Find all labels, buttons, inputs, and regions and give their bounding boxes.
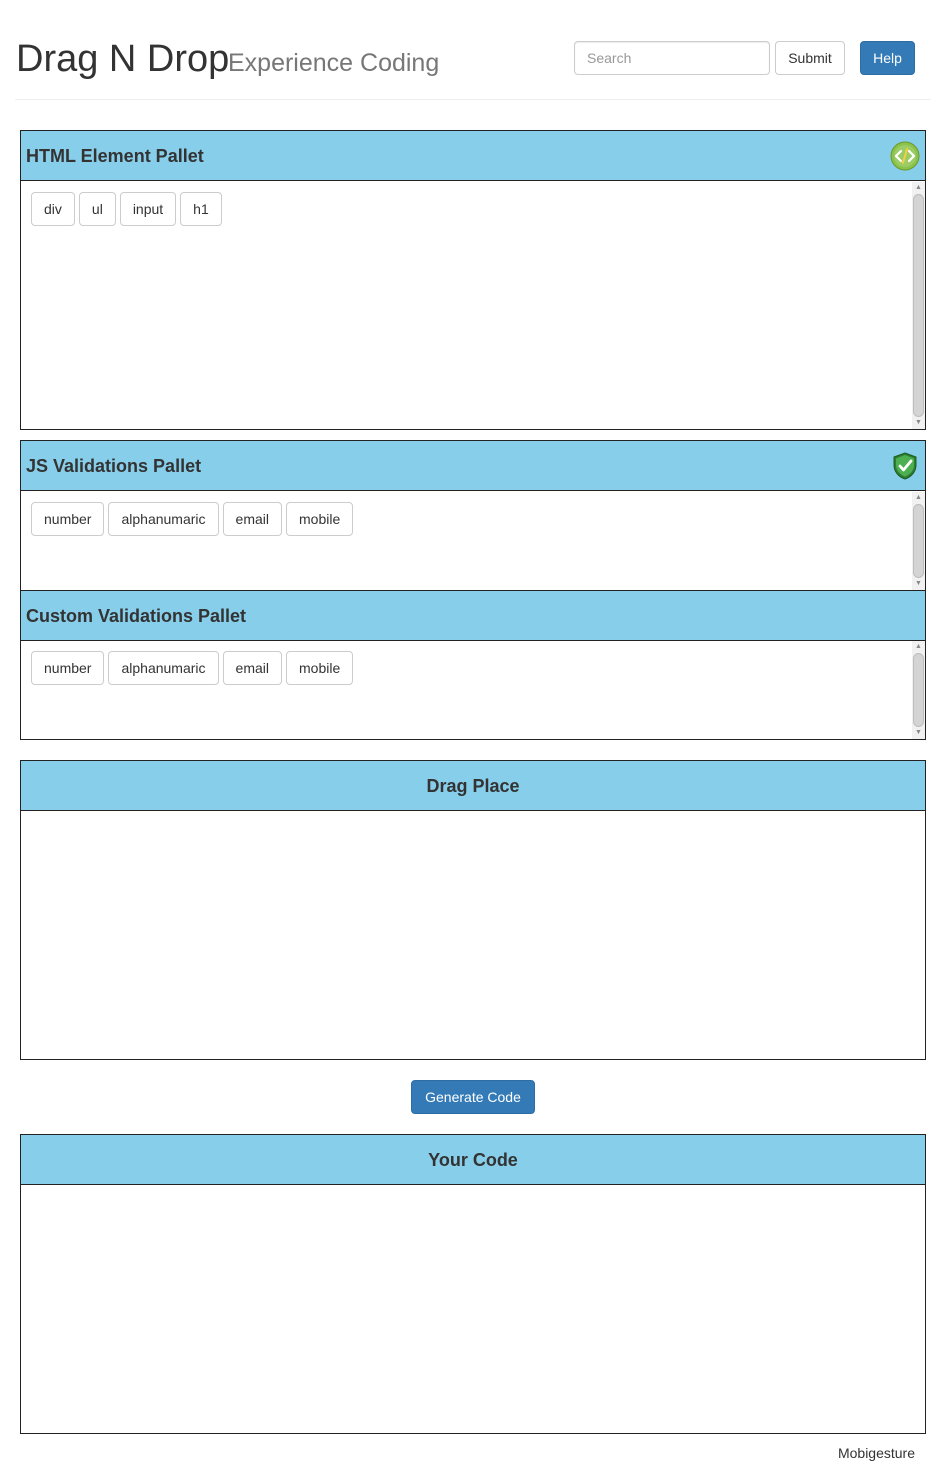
shield-check-icon	[893, 452, 917, 480]
code-icon	[890, 141, 920, 171]
scroll-down-icon[interactable]: ▼	[913, 579, 924, 589]
custom-validation-list: number alphanumaric email mobile	[31, 651, 354, 685]
element-chip-input[interactable]: input	[119, 192, 177, 226]
html-pallet-scrollbar[interactable]: ▲ ▼	[912, 182, 925, 429]
custom-chip-number[interactable]: number	[31, 651, 105, 685]
brand-title: Drag N Drop	[16, 38, 230, 80]
scroll-thumb[interactable]	[913, 504, 924, 578]
your-code-header: Your Code	[21, 1135, 925, 1185]
custom-pallet-body: number alphanumaric email mobile ▲ ▼	[21, 641, 925, 739]
drag-place-panel: Drag Place	[20, 760, 926, 1060]
scroll-up-icon[interactable]: ▲	[913, 642, 924, 652]
element-chip-ul[interactable]: ul	[78, 192, 116, 226]
header-divider	[15, 99, 931, 100]
html-pallet-header: HTML Element Pallet	[21, 131, 925, 181]
element-chip-h1[interactable]: h1	[180, 192, 222, 226]
js-chip-number[interactable]: number	[31, 502, 105, 536]
validations-pallet: JS Validations Pallet number alphanumari…	[20, 440, 926, 740]
html-pallet-body: div ul input h1 ▲ ▼	[21, 182, 925, 429]
scroll-down-icon[interactable]: ▼	[913, 728, 924, 738]
search-input[interactable]	[574, 41, 770, 75]
generate-code-button[interactable]: Generate Code	[411, 1080, 535, 1114]
drop-zone[interactable]	[21, 812, 925, 1059]
js-chip-email[interactable]: email	[222, 502, 282, 536]
your-code-panel: Your Code	[20, 1134, 926, 1434]
code-output-area[interactable]	[21, 1186, 925, 1433]
custom-pallet-title: Custom Validations Pallet	[26, 606, 247, 626]
scroll-thumb[interactable]	[913, 194, 924, 417]
html-element-list: div ul input h1	[31, 192, 222, 226]
js-chip-alphanumaric[interactable]: alphanumaric	[108, 502, 219, 536]
scroll-down-icon[interactable]: ▼	[913, 418, 924, 428]
js-chip-mobile[interactable]: mobile	[286, 502, 354, 536]
custom-pallet-scrollbar[interactable]: ▲ ▼	[912, 641, 925, 739]
element-chip-div[interactable]: div	[31, 192, 75, 226]
custom-chip-alphanumaric[interactable]: alphanumaric	[108, 651, 219, 685]
js-pallet-scrollbar[interactable]: ▲ ▼	[912, 492, 925, 590]
help-button[interactable]: Help	[860, 41, 915, 75]
custom-chip-email[interactable]: email	[222, 651, 282, 685]
scroll-up-icon[interactable]: ▲	[913, 493, 924, 503]
scroll-up-icon[interactable]: ▲	[913, 183, 924, 193]
js-pallet-title: JS Validations Pallet	[26, 456, 202, 476]
page-header: Drag N Drop Experience Coding Submit Hel…	[0, 0, 946, 100]
submit-button[interactable]: Submit	[775, 41, 845, 75]
drag-place-header: Drag Place	[21, 761, 925, 811]
js-validation-list: number alphanumaric email mobile	[31, 502, 354, 536]
footer-text: Mobigesture	[837, 1445, 915, 1461]
brand-subtitle: Experience Coding	[228, 49, 440, 77]
custom-pallet-header: Custom Validations Pallet	[21, 590, 925, 641]
js-pallet-body: number alphanumaric email mobile ▲ ▼	[21, 492, 925, 590]
custom-chip-mobile[interactable]: mobile	[286, 651, 354, 685]
js-pallet-header: JS Validations Pallet	[21, 441, 925, 491]
drag-place-title: Drag Place	[426, 776, 520, 796]
your-code-title: Your Code	[428, 1150, 518, 1170]
html-pallet-title: HTML Element Pallet	[26, 146, 204, 166]
html-element-pallet: HTML Element Pallet div ul input h1 ▲ ▼	[20, 130, 926, 430]
scroll-thumb[interactable]	[913, 653, 924, 727]
